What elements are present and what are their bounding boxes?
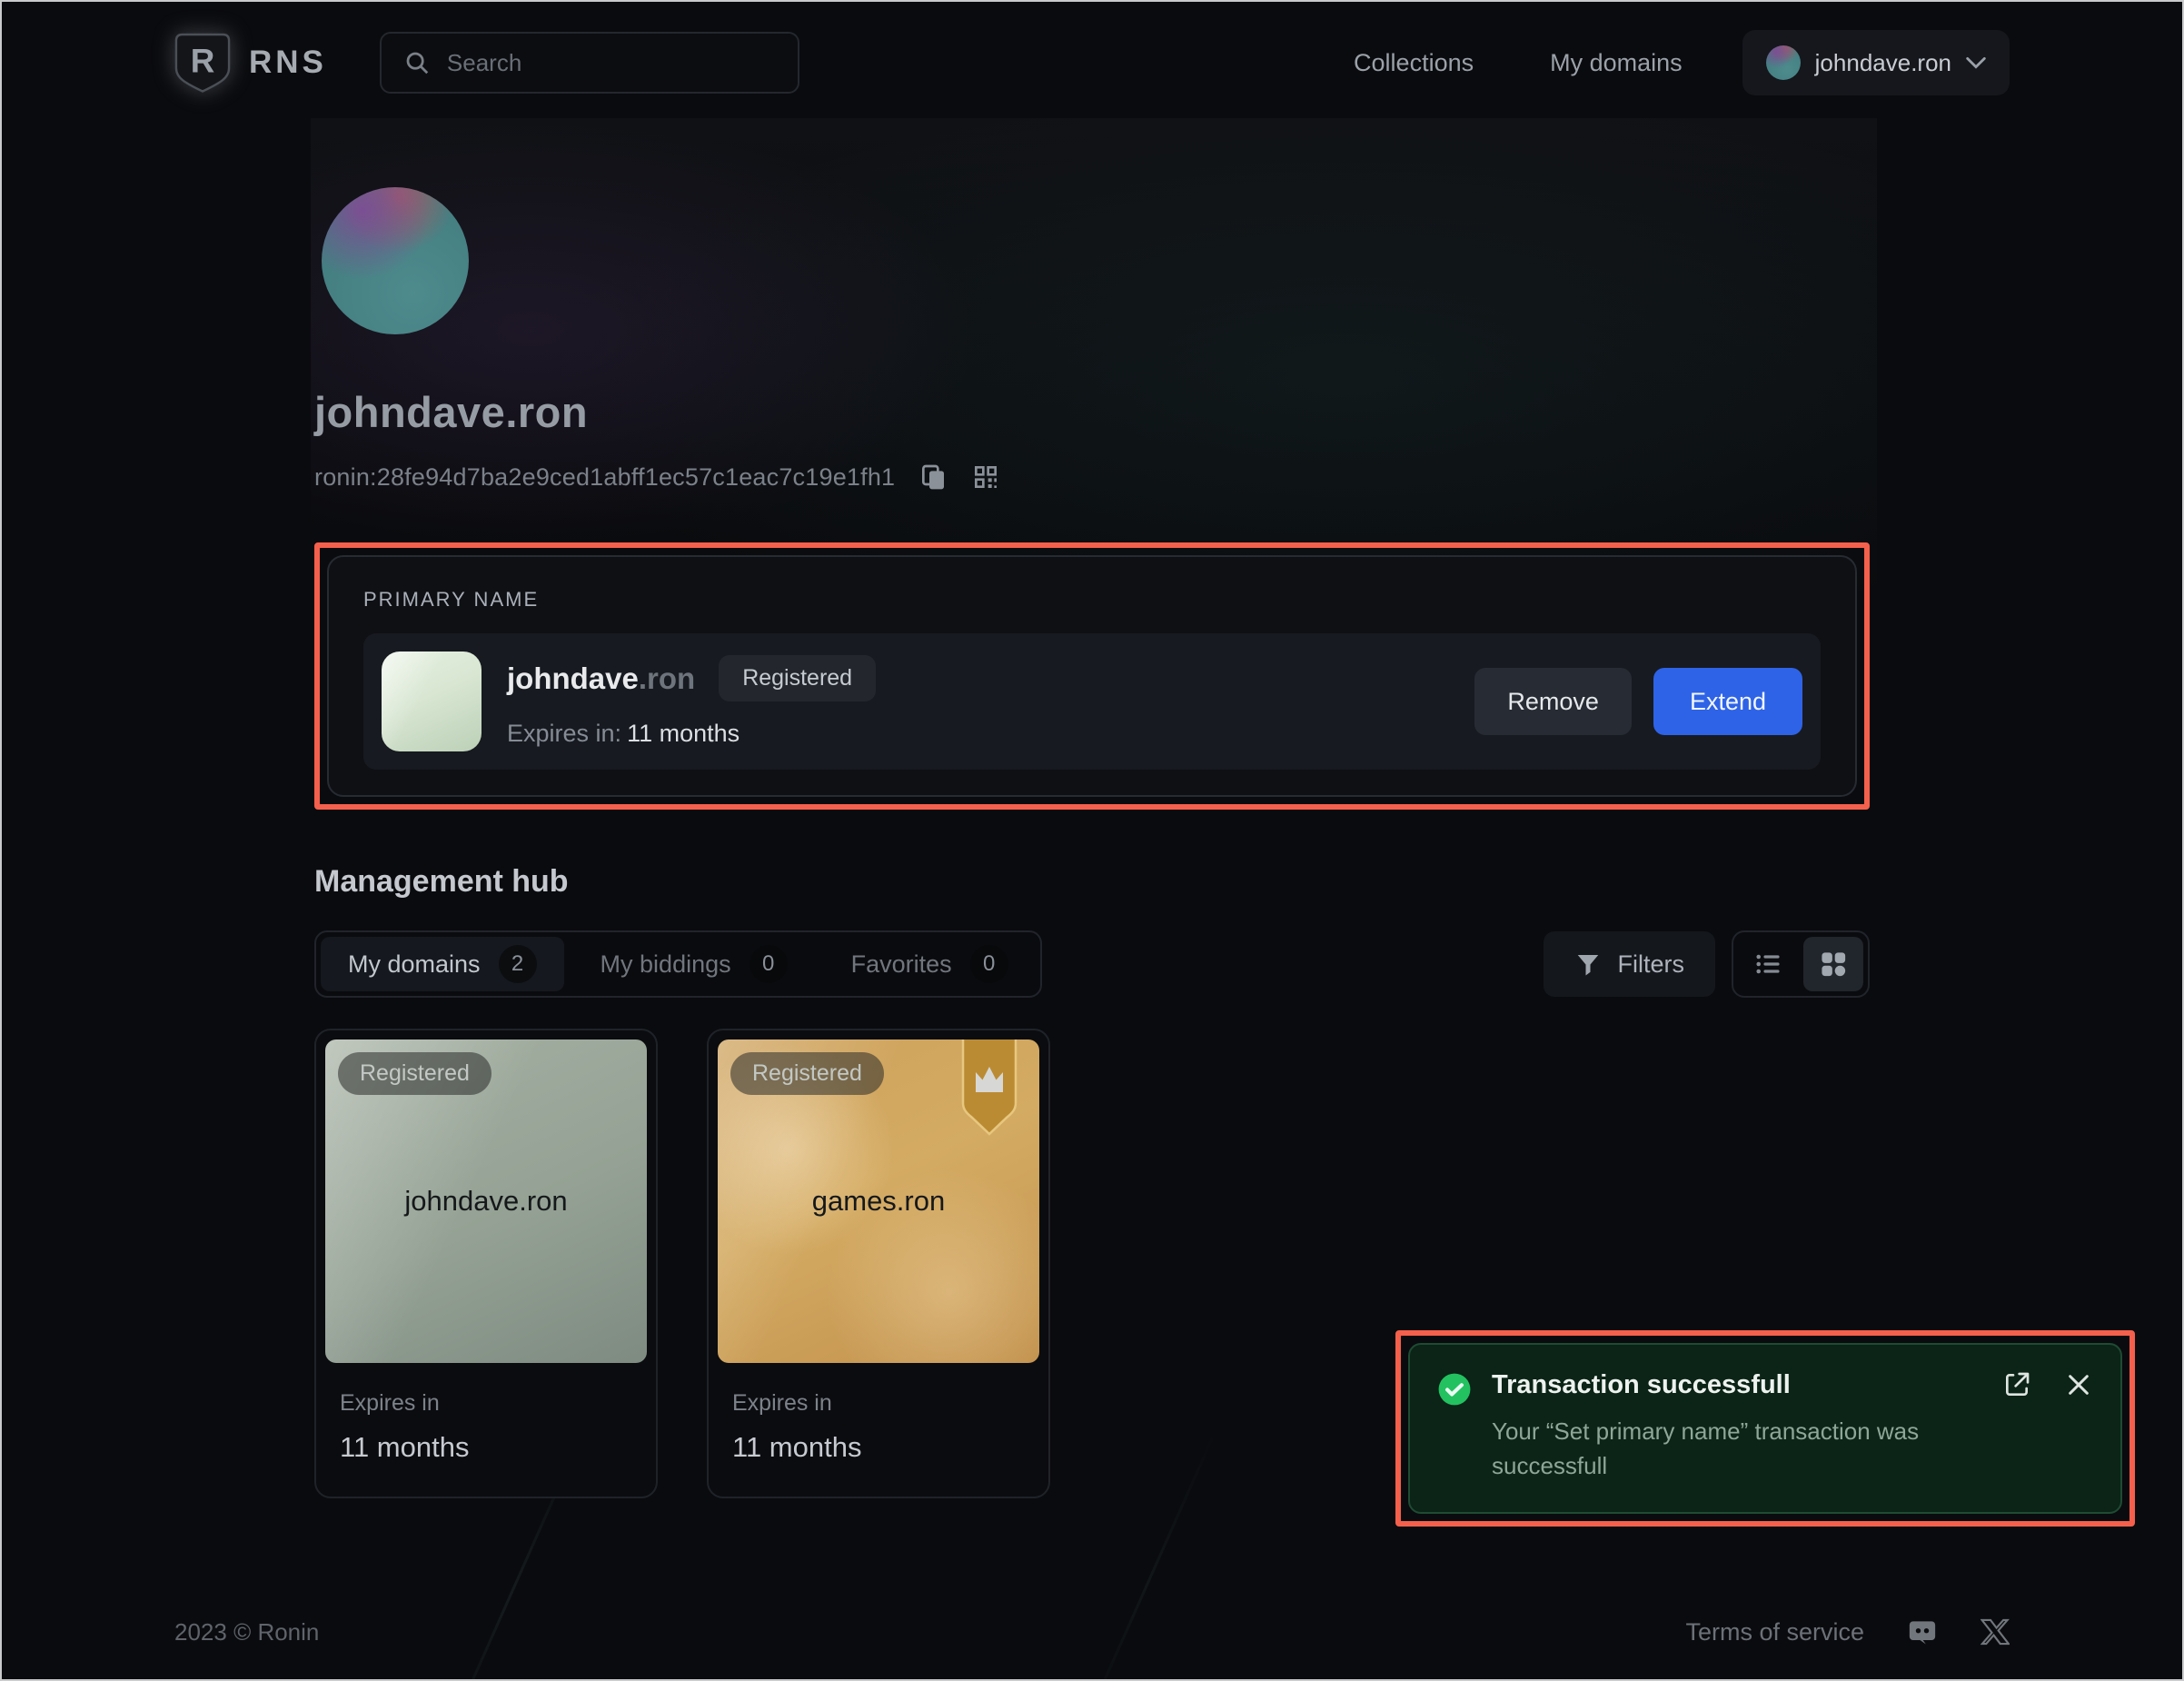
chevron-down-icon — [1966, 56, 1986, 69]
domain-card-games[interactable]: Registered games.ron Expires in 11 month… — [707, 1029, 1050, 1498]
nav-my-domains[interactable]: My domains — [1550, 49, 1683, 77]
copy-icon[interactable] — [918, 463, 948, 492]
logo-text: RNS — [249, 45, 327, 81]
app-window: R RNS Collections My domains johndave.ro… — [0, 0, 2184, 1681]
success-check-icon — [1437, 1372, 1472, 1407]
expires-label: Expires in — [340, 1390, 632, 1417]
terms-of-service-link[interactable]: Terms of service — [1685, 1618, 1864, 1646]
top-navigation-bar: R RNS Collections My domains johndave.ro… — [2, 2, 2182, 124]
primary-domain-info: johndave .ron Registered Expires in:11 m… — [507, 655, 876, 748]
nav-collections[interactable]: Collections — [1354, 49, 1474, 77]
domain-card-art: Registered games.ron — [718, 1039, 1039, 1363]
page-title: johndave.ron — [314, 387, 1870, 437]
header-nav: Collections My domains — [1354, 49, 1683, 77]
registered-badge: Registered — [338, 1052, 491, 1095]
profile-avatar — [322, 187, 469, 334]
transaction-toast: Transaction successfull Your “Set primar… — [1408, 1343, 2122, 1514]
domain-card-footer: Expires in 11 months — [718, 1363, 1039, 1487]
registered-badge: Registered — [730, 1052, 884, 1095]
toolbar-right: Filters — [1544, 930, 1871, 998]
primary-domain-tld: .ron — [639, 661, 695, 696]
grid-view-button[interactable] — [1803, 937, 1863, 991]
registered-status-badge: Registered — [719, 655, 876, 701]
wallet-address-row: ronin:28fe94d7ba2e9ced1abff1ec57c1eac7c1… — [314, 463, 1870, 492]
tab-group: My domains 2 My biddings 0 Favorites 0 — [314, 930, 1042, 998]
external-link-icon[interactable] — [2002, 1370, 2031, 1399]
management-toolbar: My domains 2 My biddings 0 Favorites 0 — [314, 930, 1870, 998]
tab-my-biddings[interactable]: My biddings 0 — [573, 937, 815, 991]
footer-links: Terms of service — [1685, 1616, 2010, 1648]
annotation-box-primary-name: PRIMARY NAME johndave .ron Registered Ex… — [314, 542, 1870, 810]
expires-value: 11 months — [340, 1431, 632, 1464]
toast-text: Transaction successfull Your “Set primar… — [1492, 1370, 1982, 1483]
crown-pennant-icon — [959, 1039, 1019, 1142]
domain-card-name: games.ron — [812, 1185, 945, 1218]
account-name: johndave.ron — [1815, 49, 1951, 77]
filter-icon — [1574, 950, 1602, 978]
domain-card-art: Registered johndave.ron — [325, 1039, 647, 1363]
main-content: johndave.ron ronin:28fe94d7ba2e9ced1abff… — [314, 187, 1870, 1498]
management-hub-title: Management hub — [314, 864, 1870, 900]
search-icon — [403, 49, 431, 76]
rns-shield-logo-icon: R — [174, 32, 231, 94]
expires-label: Expires in — [732, 1390, 1025, 1417]
toast-message: Your “Set primary name” transaction was … — [1492, 1415, 1982, 1483]
view-toggle-group — [1732, 930, 1870, 998]
svg-text:R: R — [191, 43, 215, 80]
annotation-box-toast: Transaction successfull Your “Set primar… — [1395, 1330, 2135, 1527]
copyright-text: 2023 © Ronin — [174, 1618, 319, 1646]
tab-my-domains[interactable]: My domains 2 — [321, 937, 564, 991]
remove-button[interactable]: Remove — [1474, 668, 1632, 735]
toast-actions — [2002, 1370, 2093, 1399]
list-view-icon — [1753, 950, 1782, 979]
page-footer: 2023 © Ronin Terms of service — [174, 1616, 2010, 1648]
search-input[interactable] — [447, 49, 776, 77]
expires-value: 11 months — [732, 1431, 1025, 1464]
domain-card-johndave[interactable]: Registered johndave.ron Expires in 11 mo… — [314, 1029, 658, 1498]
primary-name-panel: PRIMARY NAME johndave .ron Registered Ex… — [327, 555, 1857, 797]
x-twitter-icon[interactable] — [1980, 1617, 2010, 1646]
domain-thumbnail — [382, 652, 481, 751]
grid-view-icon — [1819, 950, 1848, 979]
discord-icon[interactable] — [1906, 1616, 1939, 1648]
close-icon[interactable] — [2064, 1370, 2093, 1399]
search-box[interactable] — [380, 32, 799, 94]
tab-my-domains-count: 2 — [499, 945, 537, 983]
primary-name-card: johndave .ron Registered Expires in:11 m… — [363, 633, 1821, 770]
wallet-address: ronin:28fe94d7ba2e9ced1abff1ec57c1eac7c1… — [314, 463, 895, 492]
tab-favorites[interactable]: Favorites 0 — [824, 937, 1036, 991]
tab-favorites-count: 0 — [970, 945, 1008, 983]
account-menu-button[interactable]: johndave.ron — [1742, 30, 2010, 95]
primary-expires: Expires in:11 months — [507, 720, 876, 748]
tab-my-biddings-count: 0 — [750, 945, 788, 983]
qr-code-icon[interactable] — [971, 463, 1000, 492]
list-view-button[interactable] — [1738, 937, 1798, 991]
domain-card-name: johndave.ron — [404, 1185, 567, 1218]
primary-name-label: PRIMARY NAME — [363, 588, 1821, 612]
toast-title: Transaction successfull — [1492, 1370, 1982, 1400]
filters-button[interactable]: Filters — [1544, 931, 1716, 997]
rns-logo[interactable]: R RNS — [174, 32, 327, 94]
account-avatar — [1766, 45, 1801, 80]
primary-domain-name: johndave — [507, 661, 639, 696]
extend-button[interactable]: Extend — [1653, 668, 1802, 735]
domain-card-footer: Expires in 11 months — [325, 1363, 647, 1487]
